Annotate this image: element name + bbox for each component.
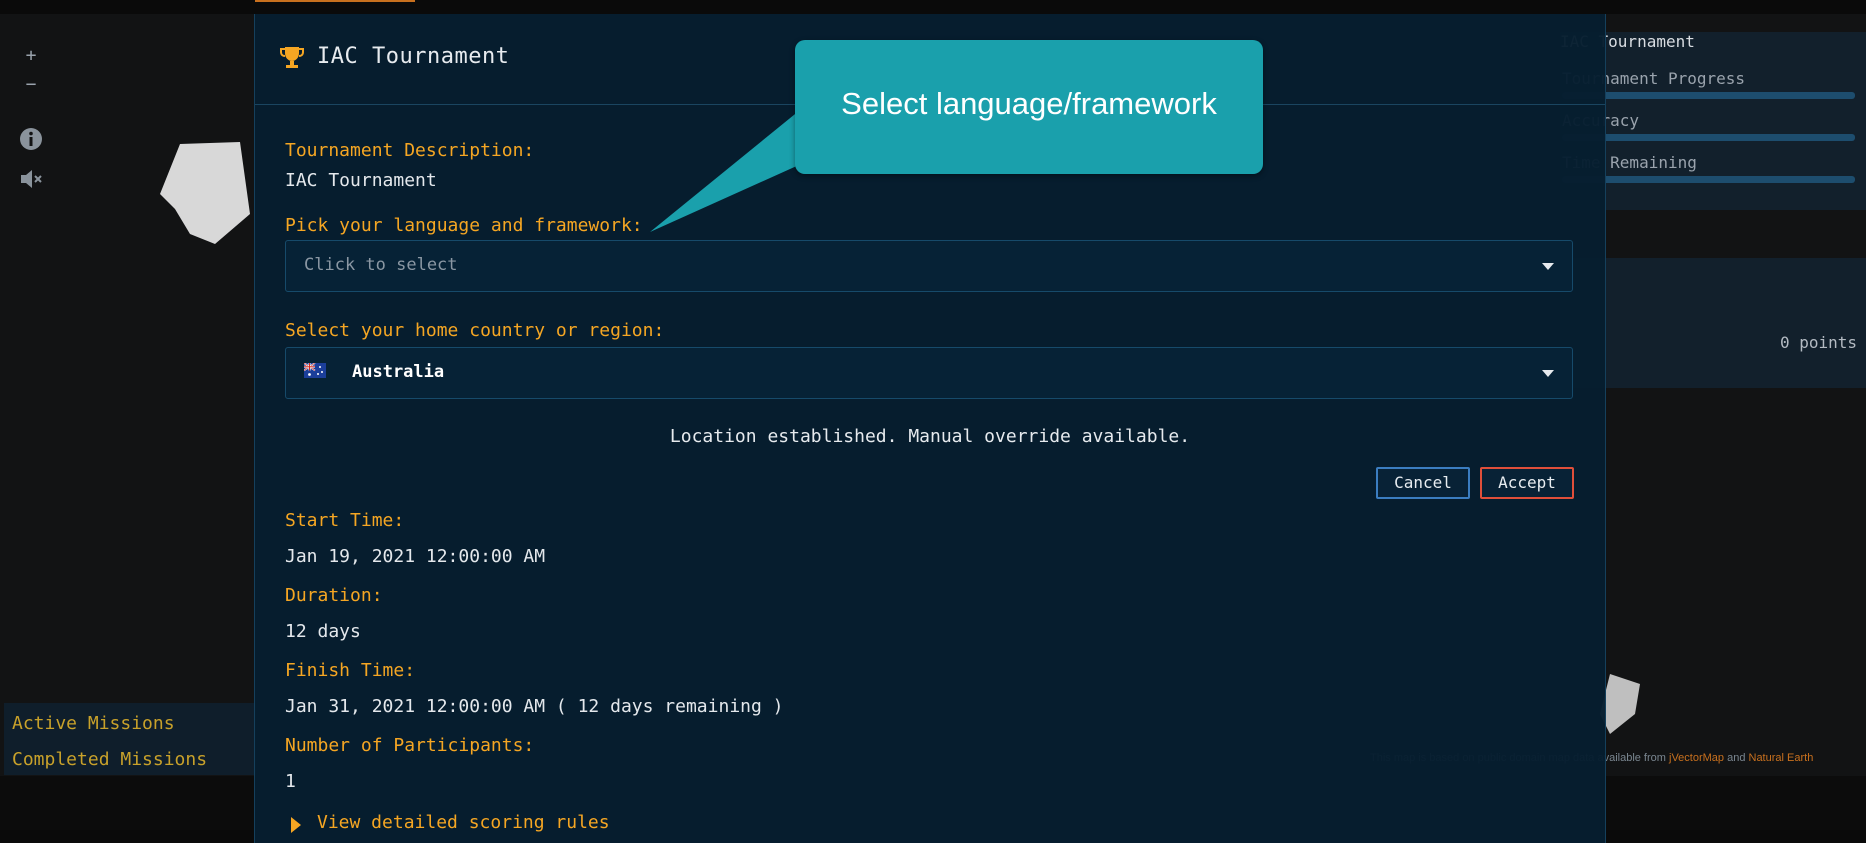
duration-value: 12 days: [285, 621, 361, 642]
cancel-button[interactable]: Cancel: [1376, 467, 1470, 499]
tutorial-callout: Select language/framework: [795, 40, 1263, 174]
callout-text: Select language/framework: [841, 86, 1217, 121]
start-time-label: Start Time:: [285, 510, 405, 531]
finish-time-value: Jan 31, 2021 12:00:00 AM ( 12 days remai…: [285, 696, 784, 717]
start-time-value: Jan 19, 2021 12:00:00 AM: [285, 546, 546, 567]
accept-button[interactable]: Accept: [1480, 467, 1574, 499]
description-value: IAC Tournament: [285, 170, 437, 191]
zoom-in-button[interactable]: +: [20, 45, 42, 67]
trophy-icon: [280, 47, 304, 68]
country-label: Select your home country or region:: [285, 320, 665, 341]
jvectormap-link[interactable]: jVectorMap: [1669, 752, 1724, 764]
participants-value: 1: [285, 771, 296, 792]
country-value: Australia: [352, 362, 445, 382]
language-label: Pick your language and framework:: [285, 215, 643, 236]
finish-time-label: Finish Time:: [285, 660, 416, 681]
language-framework-select[interactable]: Click to select: [285, 240, 1573, 292]
leader-points: 0 points: [1780, 333, 1858, 352]
natural-earth-link[interactable]: Natural Earth: [1749, 752, 1814, 764]
modal-title: IAC Tournament: [317, 44, 510, 69]
description-label: Tournament Description:: [285, 140, 535, 161]
location-message: Location established. Manual override av…: [669, 426, 1191, 447]
zoom-out-button[interactable]: −: [20, 74, 42, 96]
participants-label: Number of Participants:: [285, 735, 535, 756]
country-select[interactable]: Australia: [285, 347, 1573, 399]
caret-right-icon[interactable]: [291, 817, 301, 833]
active-tab-indicator: [255, 0, 415, 2]
language-placeholder: Click to select: [304, 255, 458, 275]
completed-missions-link[interactable]: Completed Missions: [12, 749, 207, 770]
chevron-down-icon: [1542, 370, 1554, 377]
active-missions-link[interactable]: Active Missions: [12, 713, 175, 734]
top-bar: [0, 0, 1866, 14]
info-icon[interactable]: [18, 126, 44, 152]
attribution-and: and: [1724, 752, 1749, 764]
australia-flag-icon: [304, 363, 326, 378]
scoring-rules-toggle[interactable]: View detailed scoring rules: [317, 812, 610, 833]
chevron-down-icon: [1542, 263, 1554, 270]
duration-label: Duration:: [285, 585, 383, 606]
mute-icon[interactable]: [18, 166, 44, 192]
callout-pointer: [650, 110, 810, 232]
